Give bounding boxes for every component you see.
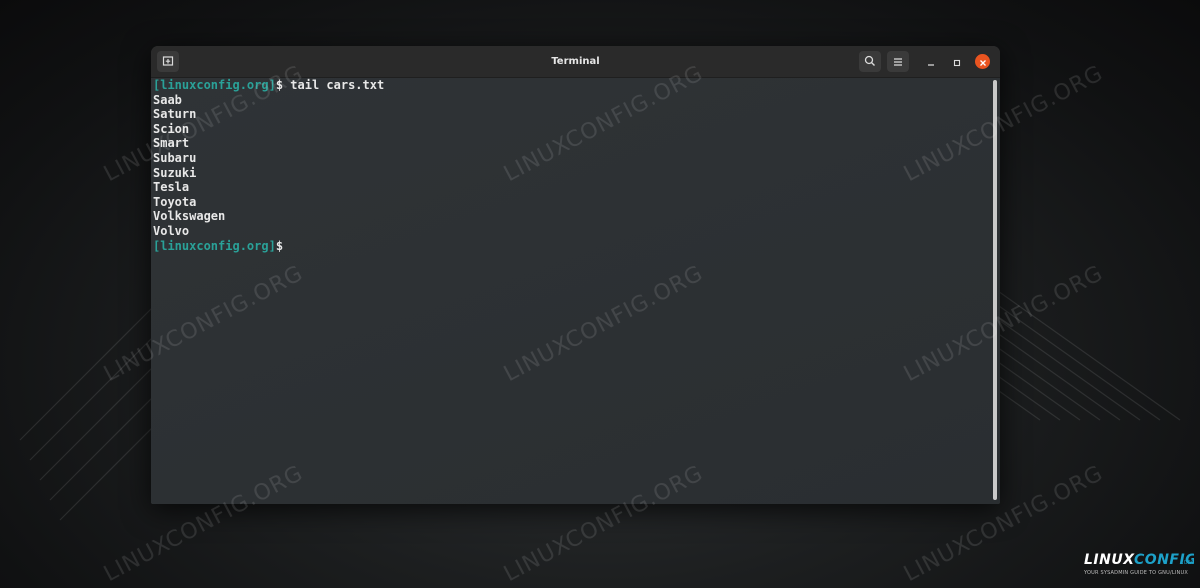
maximize-button[interactable] (949, 54, 964, 69)
prompt: [linuxconfig.org] (153, 238, 276, 253)
minimize-button[interactable] (923, 54, 938, 69)
command-line: [linuxconfig.org]$ tail cars.txt (153, 78, 384, 93)
output-line: Subaru (153, 150, 197, 165)
prompt: [linuxconfig.org] (153, 78, 276, 92)
terminal-text: [linuxconfig.org]$ tail cars.txt Saab Sa… (153, 78, 384, 253)
linuxconfig-logo: LINUXCONFIG .ORG YOUR SYSADMIN GUIDE TO … (1082, 550, 1194, 580)
window-titlebar[interactable]: Terminal (151, 46, 1000, 78)
svg-text:.ORG: .ORG (1182, 560, 1194, 566)
output-line: Smart (153, 136, 190, 151)
output-line: Toyota (153, 194, 197, 209)
maximize-icon (953, 52, 961, 71)
current-prompt-line: [linuxconfig.org]$ (153, 239, 384, 254)
terminal-window: Terminal [linuxconfig.org]$ tail cars.tx… (151, 46, 1000, 504)
output-line: Saturn (153, 107, 197, 122)
search-icon (864, 52, 876, 71)
close-button[interactable] (975, 54, 990, 69)
terminal-output-area[interactable]: [linuxconfig.org]$ tail cars.txt Saab Sa… (151, 78, 1000, 504)
output-line: Scion (153, 121, 190, 136)
output-line: Saab (153, 92, 182, 107)
hamburger-menu-icon (893, 52, 903, 71)
prompt-suffix: $ (275, 238, 284, 253)
output-line: Volvo (153, 223, 190, 238)
menu-button[interactable] (887, 51, 909, 72)
scrollbar[interactable] (993, 80, 997, 500)
command-text: $ tail cars.txt (275, 78, 385, 92)
svg-text:LINUXCONFIG: LINUXCONFIG (1084, 552, 1194, 568)
svg-text:YOUR SYSADMIN GUIDE TO GNU/LIN: YOUR SYSADMIN GUIDE TO GNU/LINUX (1083, 570, 1188, 576)
search-button[interactable] (859, 51, 881, 72)
close-icon (979, 52, 987, 71)
minimize-icon (927, 52, 935, 71)
output-line: Volkswagen (153, 209, 226, 224)
output-line: Tesla (153, 180, 190, 195)
output-line: Suzuki (153, 165, 197, 180)
text-cursor (283, 239, 290, 252)
